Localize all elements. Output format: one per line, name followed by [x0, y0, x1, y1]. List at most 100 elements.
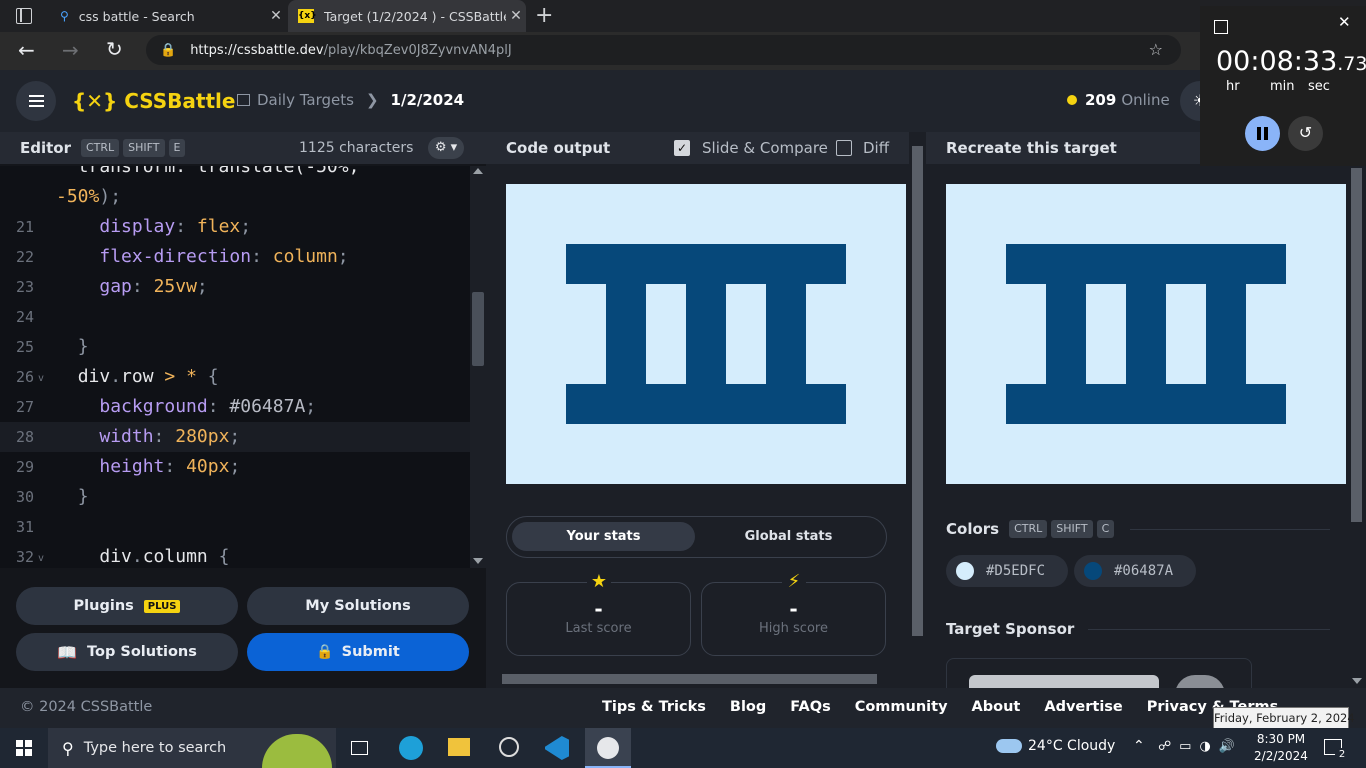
code-line[interactable]: 21 display: flex; [0, 212, 470, 242]
output-vscrollbar[interactable] [909, 132, 926, 668]
top-solutions-button[interactable]: 📖 Top Solutions [16, 633, 238, 671]
sponsor-card[interactable] [946, 658, 1252, 688]
fold-icon[interactable]: v [38, 544, 44, 568]
code-line[interactable]: 25 } [0, 332, 470, 362]
scroll-thumb[interactable] [1351, 168, 1362, 522]
code-line[interactable]: 30 } [0, 482, 470, 512]
timer-time: 00:08:33 [1216, 46, 1338, 77]
line-content: } [77, 336, 89, 357]
scroll-down-icon[interactable] [473, 558, 483, 564]
footer-link-blog[interactable]: Blog [730, 699, 766, 715]
tab-your-stats[interactable]: Your stats [512, 522, 695, 551]
editor-scrollbar[interactable] [470, 166, 486, 568]
code-line[interactable]: 24 [0, 302, 470, 332]
new-tab-icon[interactable]: + [535, 3, 553, 28]
line-number: 28 [16, 428, 35, 446]
fold-icon[interactable]: v [38, 364, 44, 394]
shortcut-shift: SHIFT [123, 139, 165, 157]
pause-button[interactable] [1245, 116, 1280, 151]
clock[interactable]: 8:30 PM 2/2/2024 [1250, 731, 1312, 765]
system-tray-icons[interactable]: ☍▭◑🔊 [1158, 739, 1243, 754]
favorite-icon[interactable]: ☆ [1149, 40, 1163, 59]
color-chip-dark[interactable]: #06487A [1074, 555, 1196, 587]
footer-link-about[interactable]: About [972, 699, 1021, 715]
code-line[interactable]: 27 background: #06487A; [0, 392, 470, 422]
output-panel: Code output ✓ Slide & Compare Diff Your … [486, 132, 926, 688]
code-line[interactable]: 31 [0, 512, 470, 542]
weather[interactable]: 24°C Cloudy [996, 738, 1115, 754]
code-line[interactable]: 26 div.row > * {v [0, 362, 470, 392]
target-canvas[interactable] [946, 184, 1346, 484]
logo[interactable]: {✕} CSSBattle [72, 89, 235, 113]
stats-toggle: Your stats Global stats [506, 516, 887, 558]
close-icon[interactable]: ✕ [506, 8, 526, 24]
target-vscrollbar[interactable] [1348, 164, 1366, 688]
tab-title: Target (1/2/2024 ) - CSSBattle [324, 8, 506, 24]
footer-link-advertise[interactable]: Advertise [1044, 699, 1122, 715]
column-3 [1206, 284, 1246, 384]
lock-icon: 🔒 [160, 42, 177, 58]
scroll-up-icon[interactable] [473, 168, 483, 174]
code-line[interactable]: 28 width: 280px; [0, 422, 470, 452]
forward-icon[interactable]: → [62, 38, 79, 62]
submit-button[interactable]: 🔒 Submit [247, 633, 469, 671]
chatgpt-icon[interactable] [499, 737, 519, 757]
tab-search[interactable]: ⚲ css battle - Search ✕ [50, 0, 286, 32]
clock-date: 2/2/2024 [1254, 749, 1308, 763]
scroll-thumb[interactable] [912, 146, 923, 636]
vscode-icon[interactable] [545, 736, 569, 760]
breadcrumb: Daily Targets ❯ 1/2/2024 [237, 91, 464, 109]
output-hscrollbar[interactable] [486, 670, 909, 688]
tab-actions-icon[interactable] [16, 8, 32, 24]
notification-icon[interactable]: 2 [1324, 739, 1349, 762]
tab-cssbattle[interactable]: {x} Target (1/2/2024 ) - CSSBattle ✕ [288, 0, 526, 32]
taskbar-search[interactable]: ⚲ Type here to search [48, 728, 336, 768]
diff-label[interactable]: Diff [863, 139, 889, 157]
slide-compare-label[interactable]: Slide & Compare [702, 139, 828, 157]
lightning-icon: ⚡ [782, 571, 806, 592]
expand-icon[interactable] [1214, 20, 1228, 34]
scroll-thumb[interactable] [472, 292, 484, 366]
scroll-thumb[interactable] [502, 674, 877, 684]
last-score-card: ★ - Last score [506, 571, 691, 656]
reset-button[interactable]: ↺ [1288, 116, 1323, 151]
code-editor[interactable]: transform: translate(-50%, -50%); 21 displ… [0, 166, 470, 568]
close-icon[interactable]: ✕ [266, 8, 286, 24]
code-output-canvas[interactable] [506, 184, 906, 484]
back-icon[interactable]: ← [18, 38, 35, 62]
scroll-down-icon[interactable] [1352, 678, 1362, 684]
url-field[interactable]: 🔒 https://cssbattle.dev/play/kbqZev0J8Zy… [146, 35, 1181, 65]
code-line[interactable]: transform: translate(-50%, [0, 166, 470, 182]
tab-global-stats[interactable]: Global stats [697, 522, 880, 551]
footer-link-tips[interactable]: Tips & Tricks [602, 699, 706, 715]
plugins-button[interactable]: Plugins PLUS [16, 587, 238, 625]
code-line[interactable]: 32 div.column {v [0, 542, 470, 568]
edge-icon[interactable] [399, 736, 423, 760]
plugins-label: Plugins [73, 598, 134, 614]
task-view-icon[interactable] [351, 741, 368, 755]
chevron-up-icon[interactable]: ⌃ [1133, 738, 1145, 754]
color-hex: #D5EDFC [986, 563, 1046, 579]
close-icon[interactable]: ✕ [1338, 13, 1351, 31]
site-footer: © 2024 CSSBattle Tips & Tricks Blog FAQs… [0, 688, 1366, 729]
code-line[interactable]: 23 gap: 25vw; [0, 272, 470, 302]
my-solutions-button[interactable]: My Solutions [247, 587, 469, 625]
code-line[interactable]: 22 flex-direction: column; [0, 242, 470, 272]
diff-checkbox[interactable] [836, 140, 852, 156]
sponsor-logo [1175, 675, 1225, 688]
editor-settings-button[interactable]: ⚙ ▾ [428, 137, 464, 159]
file-explorer-icon[interactable] [448, 738, 470, 756]
timer-app-icon[interactable] [585, 728, 631, 768]
slide-compare-checkbox[interactable]: ✓ [674, 140, 690, 156]
menu-button[interactable] [16, 81, 56, 121]
footer-link-community[interactable]: Community [855, 699, 948, 715]
color-chip-light[interactable]: #D5EDFC [946, 555, 1068, 587]
weather-text: 24°C Cloudy [1028, 738, 1116, 754]
refresh-icon[interactable]: ↻ [106, 37, 123, 61]
breadcrumb-daily-targets[interactable]: Daily Targets [257, 91, 354, 109]
windows-start-icon[interactable] [16, 740, 32, 756]
code-line[interactable]: 29 height: 40px; [0, 452, 470, 482]
footer-link-faqs[interactable]: FAQs [790, 699, 830, 715]
column-1 [606, 284, 646, 384]
code-line[interactable]: -50%); [0, 182, 470, 212]
